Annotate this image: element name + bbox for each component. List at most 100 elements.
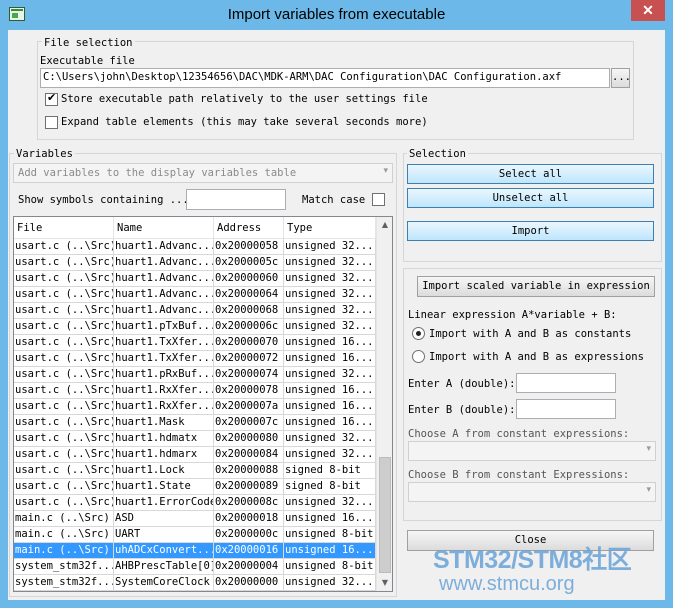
cell-address: 0x20000018: [214, 511, 284, 527]
table-row[interactable]: usart.c (..\Src) huart1.hdmatx 0x20000080 u…: [14, 431, 376, 447]
table-row[interactable]: usart.c (..\Src) huart1.TxXfer... 0x200000…: [14, 351, 376, 367]
title-bar[interactable]: Import variables from executable ✕: [0, 0, 673, 30]
table-row[interactable]: usart.c (..\Src) huart1.TxXfer... 0x200000…: [14, 335, 376, 351]
cell-address: 0x20000070: [214, 335, 284, 351]
table-row[interactable]: usart.c (..\Src) huart1.Advanc... 0x200000…: [14, 287, 376, 303]
cell-name: SystemCoreClock: [114, 575, 214, 591]
executable-path-field[interactable]: C:\Users\john\Desktop\12354656\DAC\MDK-A…: [40, 68, 610, 88]
cell-file: usart.c (..\Src): [14, 447, 114, 463]
cell-address: 0x20000000: [214, 575, 284, 591]
cell-type: unsigned 32...: [284, 255, 376, 271]
enter-b-input[interactable]: [516, 399, 616, 419]
table-row[interactable]: system_stm32f... AHBPrescTable[0] 0x200000…: [14, 559, 376, 575]
cell-file: usart.c (..\Src): [14, 383, 114, 399]
table-row[interactable]: main.c (..\Src) ASD 0x20000018 unsigned 16.…: [14, 511, 376, 527]
cell-type: unsigned 16...: [284, 383, 376, 399]
cell-file: usart.c (..\Src): [14, 335, 114, 351]
cell-file: usart.c (..\Src): [14, 255, 114, 271]
cell-type: unsigned 32...: [284, 575, 376, 591]
table-row[interactable]: usart.c (..\Src) huart1.pTxBuf... 0x200000…: [14, 319, 376, 335]
cell-address: 0x20000060: [214, 271, 284, 287]
expand-table-checkbox[interactable]: [45, 116, 58, 129]
cell-name: huart1.RxXfer...: [114, 383, 214, 399]
executable-file-label: Executable file: [40, 55, 135, 67]
table-row[interactable]: usart.c (..\Src) huart1.Lock 0x20000088 sig…: [14, 463, 376, 479]
cell-type: unsigned 16...: [284, 511, 376, 527]
watermark: STM32/STM8社区 www.stmcu.org: [433, 546, 673, 594]
import-scaled-button[interactable]: Import scaled variable in expression: [417, 276, 655, 297]
add-variables-combo-text: Add variables to the display variables t…: [18, 167, 297, 179]
table-row[interactable]: usart.c (..\Src) huart1.RxXfer... 0x200000…: [14, 383, 376, 399]
cell-type: unsigned 16...: [284, 351, 376, 367]
column-header-file[interactable]: File: [14, 217, 114, 239]
cell-file: usart.c (..\Src): [14, 431, 114, 447]
expand-table-label: Expand table elements (this may take sev…: [61, 116, 428, 128]
table-row[interactable]: usart.c (..\Src) huart1.Advanc... 0x200000…: [14, 271, 376, 287]
show-symbols-label: Show symbols containing ...: [18, 194, 189, 206]
column-header-name[interactable]: Name: [114, 217, 214, 239]
table-row[interactable]: main.c (..\Src) uhADCxConvert... 0x2000001…: [14, 543, 376, 559]
cell-name: uhADCxConvert...: [114, 543, 214, 559]
cell-type: unsigned 32...: [284, 287, 376, 303]
cell-address: 0x2000000c: [214, 527, 284, 543]
import-button[interactable]: Import: [407, 221, 654, 241]
variables-title: Variables: [14, 148, 75, 160]
cell-file: usart.c (..\Src): [14, 479, 114, 495]
radio-expressions[interactable]: [412, 350, 425, 363]
combo-arrow-icon: ▾: [383, 166, 388, 176]
cell-name: huart1.pTxBuf...: [114, 319, 214, 335]
cell-name: huart1.TxXfer...: [114, 335, 214, 351]
cell-type: unsigned 32...: [284, 303, 376, 319]
table-row[interactable]: usart.c (..\Src) huart1.RxXfer... 0x200000…: [14, 399, 376, 415]
table-row[interactable]: usart.c (..\Src) huart1.Advanc... 0x200000…: [14, 239, 376, 255]
cell-type: unsigned 16...: [284, 415, 376, 431]
cell-name: huart1.hdmarx: [114, 447, 214, 463]
column-header-address[interactable]: Address: [214, 217, 284, 239]
cell-type: unsigned 32...: [284, 447, 376, 463]
cell-address: 0x2000007a: [214, 399, 284, 415]
column-header-type[interactable]: Type: [284, 217, 376, 239]
scroll-down-icon[interactable]: ▼: [377, 575, 392, 591]
enter-a-label: Enter A (double):: [408, 378, 516, 390]
cell-file: usart.c (..\Src): [14, 351, 114, 367]
cell-file: main.c (..\Src): [14, 527, 114, 543]
radio-expressions-label: Import with A and B as expressions: [429, 351, 644, 363]
symbol-search-input[interactable]: [186, 189, 286, 210]
table-row[interactable]: usart.c (..\Src) huart1.ErrorCode 0x200000…: [14, 495, 376, 511]
table-row[interactable]: system_stm32f... SystemCoreClock 0x2000000…: [14, 575, 376, 591]
store-relative-checkbox[interactable]: [45, 91, 58, 106]
unselect-all-button[interactable]: Unselect all: [407, 188, 654, 208]
browse-button[interactable]: ...: [611, 68, 631, 88]
cell-name: huart1.hdmatx: [114, 431, 214, 447]
cell-file: main.c (..\Src): [14, 511, 114, 527]
match-case-checkbox[interactable]: [372, 193, 385, 206]
select-all-button[interactable]: Select all: [407, 164, 654, 184]
radio-constants[interactable]: [412, 327, 425, 340]
table-row[interactable]: usart.c (..\Src) huart1.Advanc... 0x200000…: [14, 255, 376, 271]
table-row[interactable]: usart.c (..\Src) huart1.hdmarx 0x20000084 u…: [14, 447, 376, 463]
cell-file: usart.c (..\Src): [14, 399, 114, 415]
cell-address: 0x20000058: [214, 239, 284, 255]
table-row[interactable]: main.c (..\Src) UART 0x2000000c unsigned 8-…: [14, 527, 376, 543]
scroll-up-icon[interactable]: ▲: [377, 217, 392, 233]
cell-type: unsigned 32...: [284, 239, 376, 255]
cell-file: usart.c (..\Src): [14, 495, 114, 511]
table-row[interactable]: usart.c (..\Src) huart1.Mask 0x2000007c uns…: [14, 415, 376, 431]
table-row[interactable]: usart.c (..\Src) huart1.pRxBuf... 0x200000…: [14, 367, 376, 383]
cell-name: huart1.Advanc...: [114, 303, 214, 319]
cell-type: unsigned 32...: [284, 319, 376, 335]
cell-address: 0x20000016: [214, 543, 284, 559]
cell-address: 0x20000078: [214, 383, 284, 399]
cell-name: huart1.RxXfer...: [114, 399, 214, 415]
cell-file: usart.c (..\Src): [14, 239, 114, 255]
table-row[interactable]: usart.c (..\Src) huart1.State 0x20000089 si…: [14, 479, 376, 495]
enter-a-input[interactable]: [516, 373, 616, 393]
cell-type: unsigned 32...: [284, 495, 376, 511]
table-vertical-scrollbar[interactable]: ▲ ▼: [376, 217, 392, 591]
cell-address: 0x20000084: [214, 447, 284, 463]
scrollbar-thumb[interactable]: [379, 457, 391, 573]
cell-address: 0x20000004: [214, 559, 284, 575]
variables-table[interactable]: File Name Address Type usart.c (..\Src) h…: [13, 216, 393, 592]
table-row[interactable]: usart.c (..\Src) huart1.Advanc... 0x200000…: [14, 303, 376, 319]
close-window-button[interactable]: ✕: [631, 0, 665, 21]
